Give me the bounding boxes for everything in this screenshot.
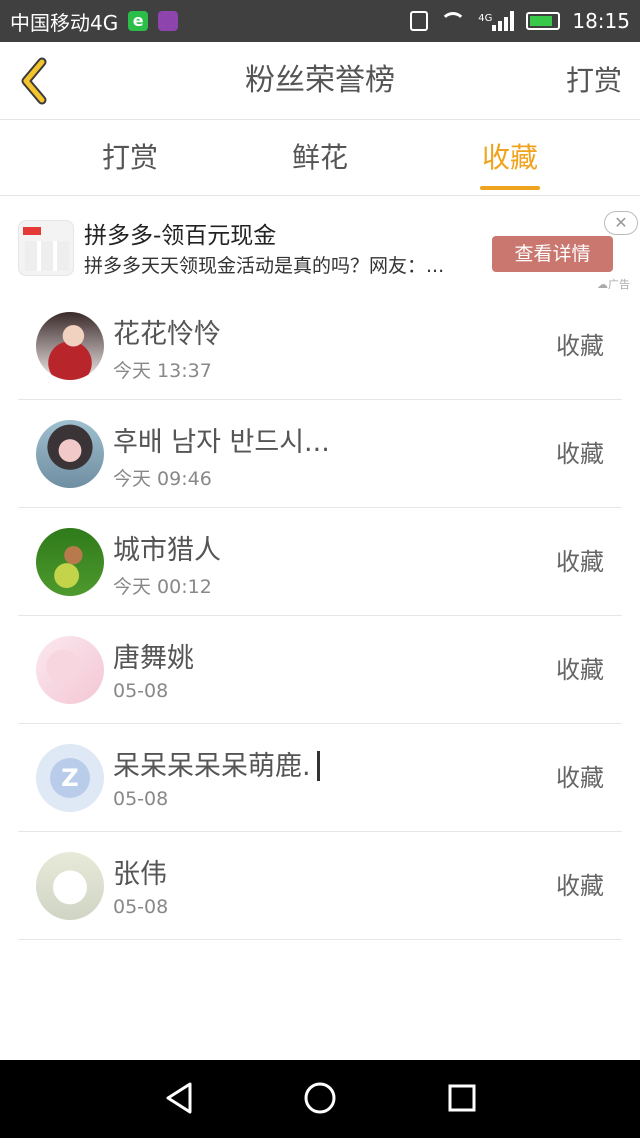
timestamp: 今天 13:37 <box>113 360 212 382</box>
status-time: 18:15 <box>572 9 630 33</box>
status-bar: 中国移动4G e 4G 18:15 <box>0 0 640 42</box>
ad-banner[interactable]: 拼多多-领百元现金 拼多多天天领现金活动是真的吗？网友：... 查看详情 ✕ ☁… <box>0 196 640 292</box>
timestamp: 05-08 <box>113 680 169 702</box>
nav-recent-button[interactable] <box>442 1078 482 1118</box>
nav-back-icon <box>166 1082 192 1114</box>
avatar <box>36 528 104 596</box>
vibrate-icon <box>410 11 429 31</box>
user-name: 张伟 <box>113 859 167 890</box>
list-item[interactable]: Z 呆呆呆呆呆萌鹿. 05-08 收藏 <box>18 724 622 832</box>
wifi-icon <box>440 12 467 30</box>
nav-home-icon <box>304 1082 336 1114</box>
list-item[interactable]: 张伟 05-08 收藏 <box>18 832 622 940</box>
user-name: 후배 남자 반드시... <box>113 427 330 458</box>
text-cursor <box>316 751 320 781</box>
system-nav-bar <box>0 1060 640 1138</box>
tab-favorites[interactable]: 收藏 <box>450 120 570 196</box>
timestamp: 05-08 <box>113 788 169 810</box>
network-type-label: 4G <box>478 13 493 24</box>
action-label: 收藏 <box>556 440 604 468</box>
nav-home-button[interactable] <box>300 1078 340 1118</box>
user-name: 唐舞姚 <box>113 643 194 674</box>
user-name: 城市猎人 <box>113 535 221 566</box>
action-label: 收藏 <box>556 548 604 576</box>
ad-details-button[interactable]: 查看详情 <box>492 236 613 272</box>
battery-charging-icon <box>526 12 561 30</box>
avatar <box>36 852 104 920</box>
avatar <box>36 636 104 704</box>
ad-tag: ☁广告 <box>597 278 630 291</box>
browser-e-icon: e <box>128 11 149 31</box>
carrier-label: 中国移动4G <box>10 10 119 35</box>
page-title: 粉丝荣誉榜 <box>245 63 395 98</box>
avatar: Z <box>36 744 104 812</box>
gallery-icon <box>158 11 179 31</box>
nav-back-button[interactable] <box>160 1078 200 1118</box>
tab-flowers[interactable]: 鲜花 <box>260 120 380 196</box>
list-item[interactable]: 城市猎人 今天 00:12 收藏 <box>18 508 622 616</box>
tab-bar: 打赏 鲜花 收藏 <box>0 120 640 196</box>
action-label: 收藏 <box>556 656 604 684</box>
list-item[interactable]: 후배 남자 반드시... 今天 09:46 收藏 <box>18 400 622 508</box>
ad-thumbnail <box>18 220 74 276</box>
user-name: 花花怜怜 <box>113 319 221 350</box>
app-header: 粉丝荣誉榜 打赏 <box>0 42 640 120</box>
ad-title: 拼多多-领百元现金 <box>84 223 277 249</box>
list-item[interactable]: 唐舞姚 05-08 收藏 <box>18 616 622 724</box>
action-label: 收藏 <box>556 332 604 360</box>
ad-description: 拼多多天天领现金活动是真的吗？网友：... <box>84 255 445 277</box>
action-label: 收藏 <box>556 872 604 900</box>
user-name: 呆呆呆呆呆萌鹿. <box>113 744 320 783</box>
avatar <box>36 420 104 488</box>
reward-button[interactable]: 打赏 <box>566 42 622 120</box>
timestamp: 今天 09:46 <box>113 468 212 490</box>
action-label: 收藏 <box>556 764 604 792</box>
nav-recent-icon <box>448 1084 476 1112</box>
list-item[interactable]: 花花怜怜 今天 13:37 收藏 <box>18 292 622 400</box>
close-icon[interactable]: ✕ <box>604 211 638 235</box>
tab-reward[interactable]: 打赏 <box>70 120 190 196</box>
timestamp: 今天 00:12 <box>113 576 212 598</box>
fan-list: 花花怜怜 今天 13:37 收藏 후배 남자 반드시... 今天 09:46 收… <box>18 292 622 940</box>
qzone-logo-icon: Z <box>50 758 90 798</box>
avatar <box>36 312 104 380</box>
timestamp: 05-08 <box>113 896 169 918</box>
signal-icon <box>492 11 515 31</box>
